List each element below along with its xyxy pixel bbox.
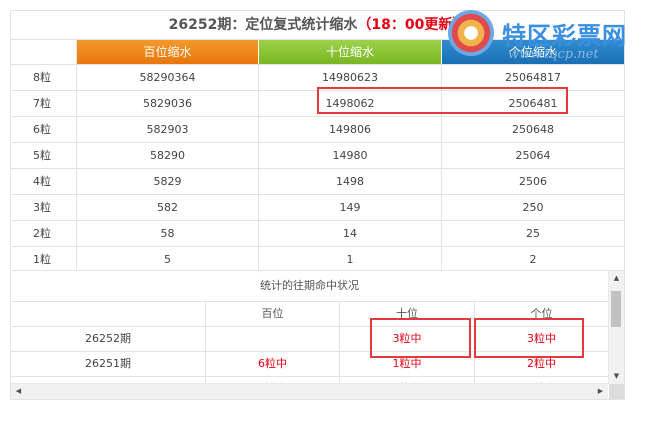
- table-row: 6粒 582903 149806 250648: [11, 117, 624, 143]
- scroll-right-arrow-icon[interactable]: ▶: [593, 384, 608, 399]
- cell-bai: 58290364: [77, 65, 259, 90]
- cell-bai: 582: [77, 195, 259, 220]
- cell-ge: 25064: [515, 149, 551, 162]
- cell-ge: 250: [522, 201, 544, 214]
- cell-bai: 582903: [77, 117, 259, 142]
- table-row: 2粒 58 14 25: [11, 221, 624, 247]
- horizontal-scrollbar[interactable]: ◀ ▶: [11, 383, 608, 399]
- cell-shi: 14: [259, 221, 442, 246]
- cell-bai: 5829036: [77, 91, 259, 116]
- table-row: 3粒 582 149 250: [11, 195, 624, 221]
- cell-bai: 58: [77, 221, 259, 246]
- cell-ge: 2: [529, 253, 537, 266]
- brand-name: 特区彩票网: [502, 22, 627, 50]
- row-label: 2粒: [11, 221, 77, 246]
- history-header-period: [11, 302, 206, 326]
- highlight-box-shi-hit: [370, 318, 471, 358]
- cell-ge: 250648: [512, 123, 554, 136]
- cell-shi: 1: [259, 247, 442, 272]
- cell-shi: 14980: [259, 143, 442, 168]
- history-period: 26252期: [11, 327, 206, 351]
- history-title: 统计的往期命中状况: [11, 271, 608, 302]
- cell-shi: 149: [259, 195, 442, 220]
- brand-url: www.tqcp.net: [508, 47, 599, 62]
- history-bai: 6粒中: [206, 352, 340, 376]
- row-label: 7粒: [11, 91, 77, 116]
- highlight-box-7-digit: [317, 87, 568, 114]
- logo-swirl-icon: [448, 10, 494, 56]
- vertical-scrollbar[interactable]: ▲ ▼: [608, 271, 624, 384]
- cell-shi: 1498: [259, 169, 442, 194]
- title-main: 26252期：定位复式统计缩水: [168, 17, 358, 33]
- history-bai: [206, 327, 340, 351]
- history-header-bai: 百位: [206, 302, 340, 326]
- history-period: 26251期: [11, 352, 206, 376]
- header-bai: 百位缩水: [77, 40, 259, 64]
- table-row: 4粒 5829 1498 2506: [11, 169, 624, 195]
- scroll-left-arrow-icon[interactable]: ◀: [11, 384, 26, 399]
- cell-ge: 25: [526, 227, 540, 240]
- scroll-down-arrow-icon[interactable]: ▼: [609, 369, 624, 384]
- highlight-box-ge-hit: [474, 318, 584, 358]
- row-label: 5粒: [11, 143, 77, 168]
- cell-bai: 5: [77, 247, 259, 272]
- table-row: 1粒 5 1 2: [11, 247, 624, 272]
- scrollbar-corner: [609, 384, 624, 399]
- row-label: 4粒: [11, 169, 77, 194]
- cell-bai: 58290: [77, 143, 259, 168]
- row-label: 1粒: [11, 247, 77, 272]
- header-blank: [11, 40, 77, 64]
- row-label: 8粒: [11, 65, 77, 90]
- cell-shi: 149806: [259, 117, 442, 142]
- site-watermark: 特区彩票网 www.tqcp.net: [448, 10, 646, 68]
- row-label: 3粒: [11, 195, 77, 220]
- vertical-scroll-thumb[interactable]: [611, 291, 621, 327]
- scroll-up-arrow-icon[interactable]: ▲: [609, 271, 624, 286]
- table-row: 5粒 58290 14980 25064: [11, 143, 624, 169]
- cell-bai: 5829: [77, 169, 259, 194]
- header-shi: 十位缩水: [259, 40, 442, 64]
- row-label: 6粒: [11, 117, 77, 142]
- cell-ge: 2506: [519, 175, 547, 188]
